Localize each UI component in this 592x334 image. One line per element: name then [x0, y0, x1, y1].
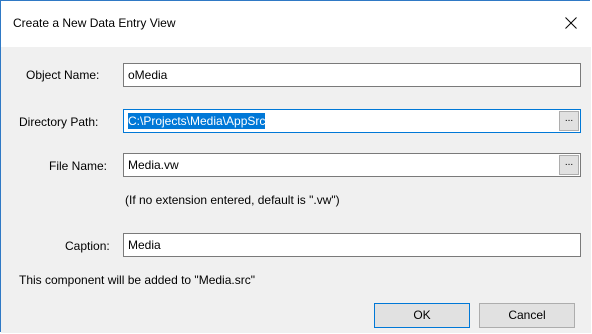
file-name-label: File Name: — [49, 159, 108, 173]
close-icon — [565, 17, 577, 29]
caption-field[interactable]: Media — [123, 233, 581, 257]
file-name-value: Media.vw — [128, 158, 179, 172]
file-name-field[interactable]: Media.vw — [123, 153, 581, 177]
dialog-body: Object Name: oMedia Directory Path: C:\P… — [1, 47, 591, 333]
caption-label: Caption: — [65, 239, 110, 253]
directory-browse-button[interactable]: ... — [559, 111, 579, 131]
window-title: Create a New Data Entry View — [13, 16, 176, 30]
directory-path-label: Directory Path: — [19, 115, 99, 129]
cancel-button[interactable]: Cancel — [479, 303, 575, 328]
ok-button[interactable]: OK — [374, 303, 470, 328]
caption-value: Media — [128, 238, 161, 252]
component-status-text: This component will be added to "Media.s… — [19, 273, 255, 287]
file-browse-button[interactable]: ... — [559, 155, 579, 175]
object-name-value: oMedia — [128, 68, 168, 82]
object-name-label: Object Name: — [26, 68, 100, 82]
dialog: Create a New Data Entry View Object Name… — [0, 0, 591, 333]
close-button[interactable] — [557, 10, 585, 36]
title-bar: Create a New Data Entry View — [1, 1, 591, 47]
directory-path-field[interactable]: C:\Projects\Media\AppSrc — [123, 109, 581, 133]
object-name-field[interactable]: oMedia — [123, 63, 581, 87]
directory-path-value: C:\Projects\Media\AppSrc — [128, 113, 266, 129]
extension-hint: (If no extension entered, default is ".v… — [125, 193, 340, 207]
